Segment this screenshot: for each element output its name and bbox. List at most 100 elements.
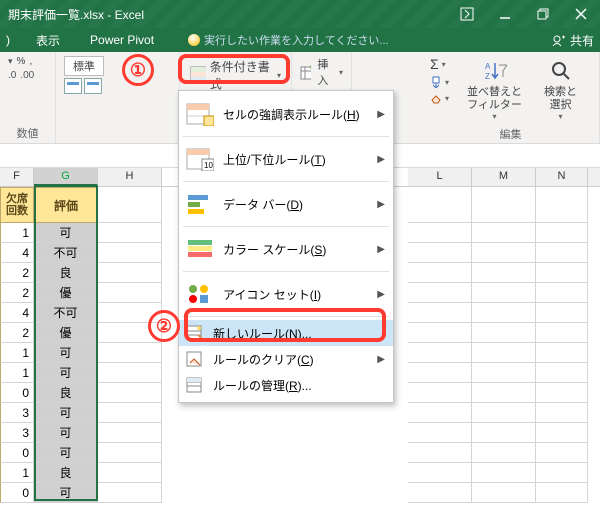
grid-cell[interactable]: [408, 303, 472, 323]
grid-cell[interactable]: 0: [0, 443, 34, 463]
grid-cell[interactable]: [472, 243, 536, 263]
grid-cell[interactable]: [98, 403, 162, 423]
style-standard[interactable]: 標準: [64, 56, 104, 76]
clear-button[interactable]: ▾: [430, 92, 449, 104]
menu-new-rule[interactable]: 新しいルール(N)...: [179, 320, 393, 346]
grid-cell[interactable]: [536, 363, 588, 383]
menu-data-bars[interactable]: データ バー(D) ▶: [179, 185, 393, 223]
minimize-icon[interactable]: [498, 7, 512, 21]
grid-cell[interactable]: 良: [34, 263, 98, 283]
grid-cell[interactable]: 良: [34, 383, 98, 403]
grid-cell[interactable]: 可: [34, 403, 98, 423]
grid-cell[interactable]: [472, 463, 536, 483]
grid-cell[interactable]: [536, 403, 588, 423]
grid-cell[interactable]: [472, 303, 536, 323]
grid-cell[interactable]: [472, 223, 536, 243]
grid-cell[interactable]: 4: [0, 303, 34, 323]
grid-cell[interactable]: [408, 283, 472, 303]
grid-cell[interactable]: [98, 423, 162, 443]
grid-cell[interactable]: 可: [34, 223, 98, 243]
grid-cell[interactable]: [408, 383, 472, 403]
grid-cell[interactable]: [472, 383, 536, 403]
grid-cell[interactable]: [472, 363, 536, 383]
grid-cell[interactable]: [472, 263, 536, 283]
col-head-n[interactable]: N: [536, 168, 588, 186]
grid-cell[interactable]: [536, 323, 588, 343]
sort-filter-button[interactable]: AZ 並べ替えと フィルター ▾: [463, 56, 526, 124]
decrease-decimal-icon[interactable]: .00: [20, 70, 34, 81]
grid-cell[interactable]: [98, 187, 162, 223]
grid-cell[interactable]: [536, 243, 588, 263]
grid-cell[interactable]: [536, 343, 588, 363]
style-swatch-icon[interactable]: [64, 78, 82, 94]
close-icon[interactable]: [574, 7, 588, 21]
grid-cell[interactable]: [408, 443, 472, 463]
grid-cell[interactable]: [472, 443, 536, 463]
menu-manage-rules[interactable]: ルールの管理(R)...: [179, 372, 393, 398]
menu-icon-sets[interactable]: アイコン セット(I) ▶: [179, 275, 393, 313]
grid-cell[interactable]: 優: [34, 323, 98, 343]
grid-cell[interactable]: 可: [34, 343, 98, 363]
grid-cell[interactable]: 0: [0, 383, 34, 403]
grid-cell[interactable]: [408, 263, 472, 283]
grid-cell[interactable]: [98, 363, 162, 383]
grid-cell[interactable]: [472, 343, 536, 363]
grid-cell[interactable]: [408, 363, 472, 383]
grid-cell[interactable]: [472, 423, 536, 443]
grid-cell[interactable]: [472, 187, 536, 223]
grid-cell[interactable]: 優: [34, 283, 98, 303]
grid-cell[interactable]: 可: [34, 423, 98, 443]
grid-cell[interactable]: 2: [0, 263, 34, 283]
grid-cell[interactable]: [98, 463, 162, 483]
grid-cell[interactable]: [536, 383, 588, 403]
col-head-h[interactable]: H: [98, 168, 162, 186]
style-swatch-icon[interactable]: [84, 78, 102, 94]
ribbon-collapse-icon[interactable]: [460, 7, 474, 21]
grid-cell[interactable]: 可: [34, 363, 98, 383]
grid-cell[interactable]: 4: [0, 243, 34, 263]
grid-cell[interactable]: [408, 343, 472, 363]
grid-cell[interactable]: [472, 403, 536, 423]
grid-cell[interactable]: 1: [0, 223, 34, 243]
restore-icon[interactable]: [536, 7, 550, 21]
grid-cell[interactable]: [536, 303, 588, 323]
grid-cell[interactable]: [408, 403, 472, 423]
grid-cell[interactable]: [98, 263, 162, 283]
grid-cell[interactable]: [536, 423, 588, 443]
grid-cell[interactable]: 2: [0, 283, 34, 303]
grid-cell[interactable]: [472, 323, 536, 343]
grid-cell[interactable]: [408, 483, 472, 503]
grid-cell[interactable]: [98, 283, 162, 303]
conditional-formatting-button[interactable]: 条件付き書式 ▾: [184, 56, 287, 94]
menu-clear-rules[interactable]: ルールのクリア(C) ▶: [179, 346, 393, 372]
grid-cell[interactable]: [98, 483, 162, 503]
find-select-button[interactable]: 検索と 選択 ▾: [540, 56, 581, 124]
grid-cell[interactable]: [536, 223, 588, 243]
share-button[interactable]: 共有: [570, 32, 594, 49]
grid-cell[interactable]: [408, 223, 472, 243]
grid-cell[interactable]: [98, 223, 162, 243]
col-head-l[interactable]: L: [408, 168, 472, 186]
grid-cell[interactable]: [472, 483, 536, 503]
col-head-m[interactable]: M: [472, 168, 536, 186]
grid-cell[interactable]: [98, 243, 162, 263]
col-head-g[interactable]: G: [34, 168, 98, 186]
grid-cell[interactable]: [98, 443, 162, 463]
grid-cell[interactable]: 可: [34, 483, 98, 503]
grid-cell[interactable]: 3: [0, 423, 34, 443]
grid-cell[interactable]: 良: [34, 463, 98, 483]
grid-cell[interactable]: [536, 483, 588, 503]
tab-view[interactable]: 表示: [32, 30, 64, 51]
grid-cell[interactable]: [408, 187, 472, 223]
grid-cell[interactable]: 不可: [34, 303, 98, 323]
tab-powerpivot[interactable]: Power Pivot: [86, 31, 158, 49]
grid-cell[interactable]: 3: [0, 403, 34, 423]
grid-cell[interactable]: [408, 323, 472, 343]
autosum-button[interactable]: Σ▾: [430, 56, 449, 72]
grid-cell[interactable]: [536, 283, 588, 303]
grid-cell[interactable]: [472, 283, 536, 303]
grid-cell[interactable]: 1: [0, 363, 34, 383]
insert-button[interactable]: 挿入: [317, 56, 333, 88]
grid-cell[interactable]: [536, 463, 588, 483]
tell-me[interactable]: 実行したい作業を入力してください...: [188, 32, 389, 48]
